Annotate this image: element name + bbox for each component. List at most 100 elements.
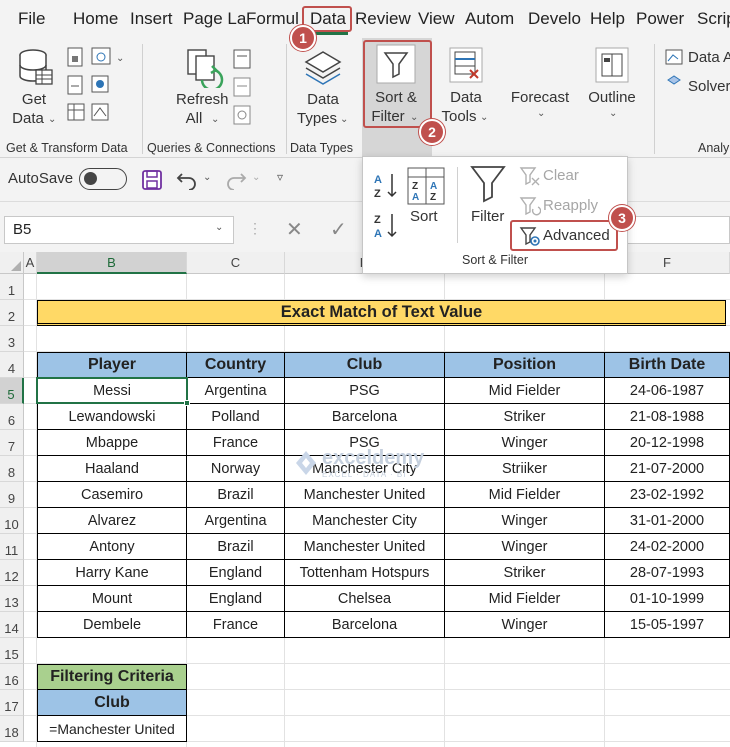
customize-qat-icon[interactable]: ▿ xyxy=(277,170,283,184)
table-cell[interactable]: 01-10-1999 xyxy=(605,586,730,612)
table-cell[interactable]: 28-07-1993 xyxy=(605,560,730,586)
undo-icon[interactable] xyxy=(176,170,198,190)
solver-button[interactable]: Solver xyxy=(688,77,730,96)
tab-file[interactable]: File xyxy=(18,9,45,29)
table-cell[interactable]: Brazil xyxy=(187,534,285,560)
row-header-17[interactable]: 17 xyxy=(0,690,24,716)
row-header-8[interactable]: 8 xyxy=(0,456,24,482)
table-cell[interactable]: Harry Kane xyxy=(37,560,187,586)
sort-button[interactable]: Sort xyxy=(410,208,438,225)
table-cell[interactable]: France xyxy=(187,430,285,456)
table-cell[interactable]: Argentina xyxy=(187,378,285,404)
table-cell[interactable]: 31-01-2000 xyxy=(605,508,730,534)
table-cell[interactable]: Mid Fielder xyxy=(445,378,605,404)
table-cell[interactable]: Haaland xyxy=(37,456,187,482)
table-header-cell[interactable]: Position xyxy=(445,352,605,378)
table-cell[interactable]: 24-02-2000 xyxy=(605,534,730,560)
table-cell[interactable]: Manchester United xyxy=(285,534,445,560)
row-header-6[interactable]: 6 xyxy=(0,404,24,430)
tab-page-layout[interactable]: Page La xyxy=(183,9,246,29)
row-header-11[interactable]: 11 xyxy=(0,534,24,560)
table-cell[interactable]: Winger xyxy=(445,508,605,534)
table-cell[interactable]: PSG xyxy=(285,378,445,404)
table-cell[interactable]: Antony xyxy=(37,534,187,560)
table-cell[interactable]: Mid Fielder xyxy=(445,482,605,508)
table-cell[interactable]: Striker xyxy=(445,404,605,430)
table-cell[interactable]: Chelsea xyxy=(285,586,445,612)
criteria-title[interactable]: Filtering Criteria xyxy=(37,664,187,690)
table-cell[interactable]: Alvarez xyxy=(37,508,187,534)
chevron-down-icon[interactable]: ⌄ xyxy=(252,172,260,183)
column-header-c[interactable]: C xyxy=(187,252,285,274)
table-cell[interactable]: Barcelona xyxy=(285,612,445,638)
row-header-13[interactable]: 13 xyxy=(0,586,24,612)
tab-power[interactable]: Power xyxy=(636,9,684,29)
filter-funnel-icon[interactable] xyxy=(469,163,507,205)
table-cell[interactable]: Winger xyxy=(445,534,605,560)
data-tools-icon[interactable] xyxy=(448,46,484,86)
sort-dialog-icon[interactable]: Z A A Z xyxy=(407,167,445,205)
tab-insert[interactable]: Insert xyxy=(130,9,173,29)
row-header-7[interactable]: 7 xyxy=(0,430,24,456)
save-icon[interactable] xyxy=(142,170,162,190)
table-cell[interactable]: Tottenham Hotspurs xyxy=(285,560,445,586)
table-cell[interactable]: Norway xyxy=(187,456,285,482)
table-cell[interactable]: England xyxy=(187,560,285,586)
table-cell[interactable]: Lewandowski xyxy=(37,404,187,430)
tab-view[interactable]: View xyxy=(418,9,455,29)
row-header-16[interactable]: 16 xyxy=(0,664,24,690)
worksheet-grid[interactable]: ABCDEF123456789101112131415161718Exact M… xyxy=(0,252,730,747)
table-cell[interactable]: 24-06-1987 xyxy=(605,378,730,404)
table-cell[interactable]: 23-02-1992 xyxy=(605,482,730,508)
row-header-15[interactable]: 15 xyxy=(0,638,24,664)
row-header-2[interactable]: 2 xyxy=(0,300,24,326)
tab-developer[interactable]: Develo xyxy=(528,9,581,29)
tab-automate[interactable]: Autom xyxy=(465,9,514,29)
table-cell[interactable]: Striiker xyxy=(445,456,605,482)
column-header-b[interactable]: B xyxy=(37,252,187,274)
clear-button[interactable]: Clear xyxy=(543,167,579,184)
table-cell[interactable]: Casemiro xyxy=(37,482,187,508)
table-header-cell[interactable]: Player xyxy=(37,352,187,378)
table-cell[interactable]: Polland xyxy=(187,404,285,430)
tab-help[interactable]: Help xyxy=(590,9,625,29)
table-cell[interactable]: Barcelona xyxy=(285,404,445,430)
cancel-icon[interactable]: ✕ xyxy=(286,217,303,242)
sort-z-to-a-icon[interactable]: Z A xyxy=(373,211,399,239)
criteria-header[interactable]: Club xyxy=(37,690,187,716)
get-transform-small-icons[interactable]: ⌄ xyxy=(66,46,130,130)
table-cell[interactable]: 21-07-2000 xyxy=(605,456,730,482)
autosave-toggle[interactable] xyxy=(79,168,127,190)
chevron-down-icon[interactable]: ⌄ xyxy=(215,222,223,233)
row-header-4[interactable]: 4 xyxy=(0,352,24,378)
table-cell[interactable]: Mbappe xyxy=(37,430,187,456)
table-cell[interactable]: England xyxy=(187,586,285,612)
database-icon[interactable] xyxy=(18,48,54,88)
table-cell[interactable]: Mount xyxy=(37,586,187,612)
table-cell[interactable]: 15-05-1997 xyxy=(605,612,730,638)
table-cell[interactable]: Manchester United xyxy=(285,482,445,508)
name-box[interactable]: B5 xyxy=(4,216,234,244)
tab-script[interactable]: Scrip xyxy=(697,9,730,29)
table-cell[interactable]: Argentina xyxy=(187,508,285,534)
tab-home[interactable]: Home xyxy=(73,9,118,29)
table-header-cell[interactable]: Birth Date xyxy=(605,352,730,378)
column-header-a[interactable]: A xyxy=(24,252,37,274)
reapply-button[interactable]: Reapply xyxy=(543,197,598,214)
tab-formulas[interactable]: Formul xyxy=(246,9,299,29)
outline-icon[interactable] xyxy=(594,46,630,84)
data-analysis-button[interactable]: Data A xyxy=(688,48,730,67)
criteria-value[interactable]: =Manchester United xyxy=(37,716,187,742)
table-cell[interactable]: France xyxy=(187,612,285,638)
table-cell[interactable]: Brazil xyxy=(187,482,285,508)
enter-icon[interactable]: ✓ xyxy=(330,217,347,242)
forecast-button[interactable]: Forecast xyxy=(510,88,570,107)
sort-a-to-z-icon[interactable]: A Z xyxy=(373,171,399,199)
table-cell[interactable]: Mid Fielder xyxy=(445,586,605,612)
select-all-corner[interactable] xyxy=(0,252,24,274)
row-header-3[interactable]: 3 xyxy=(0,326,24,352)
chevron-down-icon[interactable]: ⌄ xyxy=(203,172,211,183)
row-header-10[interactable]: 10 xyxy=(0,508,24,534)
row-header-12[interactable]: 12 xyxy=(0,560,24,586)
table-cell[interactable]: Dembele xyxy=(37,612,187,638)
